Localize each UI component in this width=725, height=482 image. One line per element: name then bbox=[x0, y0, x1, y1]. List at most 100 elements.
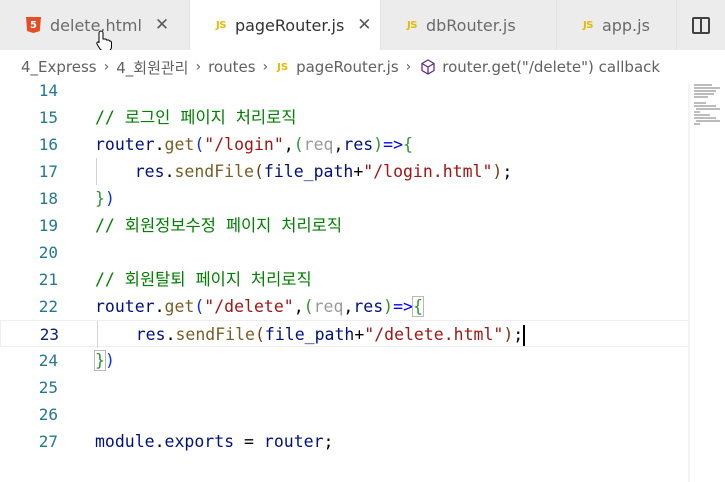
js-icon: JS bbox=[277, 61, 289, 73]
breadcrumb-separator: › bbox=[405, 59, 412, 75]
token: ; bbox=[502, 162, 513, 181]
breadcrumb-separator: › bbox=[262, 59, 269, 75]
token: router bbox=[263, 432, 324, 451]
token: => bbox=[393, 297, 413, 316]
token: "/login" bbox=[204, 135, 284, 154]
code-line: 18 }) bbox=[0, 185, 690, 212]
token: , bbox=[293, 297, 304, 316]
code-text: // 회원탈퇴 페이지 처리로직 bbox=[95, 266, 312, 293]
code-line: 19 // 회원정보수정 페이지 처리로직 bbox=[0, 212, 690, 239]
token: , bbox=[333, 135, 344, 154]
token: res bbox=[343, 135, 374, 154]
minimap-line bbox=[694, 117, 716, 119]
token: req bbox=[303, 135, 334, 154]
token: . bbox=[154, 432, 165, 451]
token: , bbox=[343, 297, 354, 316]
token: => bbox=[383, 135, 404, 154]
line-number: 19 bbox=[38, 216, 58, 235]
js-icon: JS bbox=[216, 19, 226, 31]
token: module bbox=[95, 432, 155, 451]
text-cursor bbox=[523, 325, 526, 346]
token: "/login.html" bbox=[363, 162, 493, 181]
tab-delete-html[interactable]: 5 delete.html ✕ bbox=[0, 0, 190, 50]
token: res bbox=[135, 325, 166, 344]
breadcrumb-separator: › bbox=[103, 59, 110, 75]
code-text: module.exports = router; bbox=[95, 428, 333, 455]
minimap-line bbox=[694, 87, 720, 89]
breadcrumb-item-routes[interactable]: routes bbox=[208, 58, 255, 76]
token: ; bbox=[513, 325, 524, 344]
token: get bbox=[164, 135, 195, 154]
token: . bbox=[164, 162, 175, 181]
tab-label: pageRouter.js bbox=[234, 15, 345, 35]
token: sendFile bbox=[174, 162, 254, 181]
token: ( bbox=[293, 135, 304, 154]
minimap-line bbox=[694, 96, 708, 98]
matched-bracket: } bbox=[94, 350, 106, 371]
token: ( bbox=[254, 325, 265, 344]
token: + bbox=[354, 325, 365, 344]
breadcrumb-item-member[interactable]: 4_회원관리 bbox=[116, 57, 188, 78]
minimap-line bbox=[696, 108, 720, 110]
breadcrumb-item-4-express[interactable]: 4_Express bbox=[21, 58, 97, 76]
minimap-line bbox=[694, 102, 706, 104]
matched-bracket: { bbox=[411, 296, 424, 317]
tab-label: app.js bbox=[601, 15, 650, 35]
code-editor[interactable]: 14 15 // 로그인 페이지 처리로직 16 router.get("/lo… bbox=[0, 81, 725, 482]
token: ; bbox=[323, 432, 334, 451]
line-number: 26 bbox=[38, 405, 58, 424]
comment: // 로그인 페이지 처리로직 bbox=[95, 108, 297, 127]
token: ) bbox=[104, 189, 115, 208]
code-line: 20 bbox=[0, 239, 690, 266]
code-text: // 회원정보수정 페이지 처리로직 bbox=[95, 212, 342, 239]
token: ( bbox=[303, 297, 314, 316]
line-number: 17 bbox=[38, 162, 58, 181]
token: file_path bbox=[264, 325, 355, 344]
token: get bbox=[164, 297, 195, 316]
code-line: 26 bbox=[0, 401, 690, 428]
breadcrumb-separator: › bbox=[195, 59, 202, 75]
token: ( bbox=[194, 135, 205, 154]
token: exports bbox=[164, 432, 235, 451]
code-line: 25 bbox=[0, 374, 690, 401]
token: "/delete" bbox=[204, 297, 294, 316]
minimap-line bbox=[694, 93, 714, 95]
token: } bbox=[95, 189, 105, 208]
js-icon: JS bbox=[583, 19, 593, 31]
code-text: router.get("/delete",(req,res)=>{ bbox=[95, 293, 424, 320]
breadcrumb-item-symbol[interactable]: router.get("/delete") callback bbox=[442, 58, 660, 76]
token: sendFile bbox=[175, 325, 255, 344]
code-text: res.sendFile(file_path+"/delete.html"); bbox=[96, 321, 526, 348]
close-icon[interactable]: ✕ bbox=[154, 15, 170, 35]
minimap-line bbox=[694, 105, 716, 107]
token: . bbox=[154, 135, 165, 154]
close-icon[interactable]: ✕ bbox=[356, 15, 372, 35]
code-text: router.get("/login",(req,res)=>{ bbox=[95, 131, 413, 158]
method-cube-icon bbox=[421, 59, 435, 75]
code-line: 15 // 로그인 페이지 처리로직 bbox=[0, 104, 690, 131]
token: ( bbox=[253, 162, 264, 181]
minimap-line bbox=[694, 114, 710, 116]
minimap[interactable] bbox=[690, 84, 725, 482]
token: . bbox=[165, 325, 176, 344]
code-line-current: 23 res.sendFile(file_path+"/delete.html"… bbox=[0, 320, 690, 348]
split-editor-icon bbox=[692, 16, 710, 34]
tab-dbrouter-js[interactable]: JS dbRouter.js bbox=[381, 0, 557, 50]
html5-icon: 5 bbox=[26, 17, 41, 33]
line-number: 18 bbox=[38, 189, 58, 208]
token: router bbox=[95, 135, 155, 154]
line-number: 15 bbox=[38, 108, 58, 127]
minimap-line bbox=[694, 123, 700, 125]
tab-pagerouter-js[interactable]: JS pageRouter.js ✕ bbox=[190, 0, 381, 50]
hand-cursor-icon bbox=[96, 30, 112, 52]
breadcrumb-item-file[interactable]: pageRouter.js bbox=[296, 58, 399, 76]
split-editor-button[interactable] bbox=[677, 0, 725, 50]
comment: // 회원정보수정 페이지 처리로직 bbox=[95, 216, 343, 235]
minimap-line bbox=[694, 84, 712, 86]
tab-app-js[interactable]: JS app.js bbox=[557, 0, 677, 50]
token: = bbox=[234, 432, 264, 451]
comment: // 회원탈퇴 페이지 처리로직 bbox=[95, 270, 312, 289]
line-number: 24 bbox=[38, 351, 58, 370]
